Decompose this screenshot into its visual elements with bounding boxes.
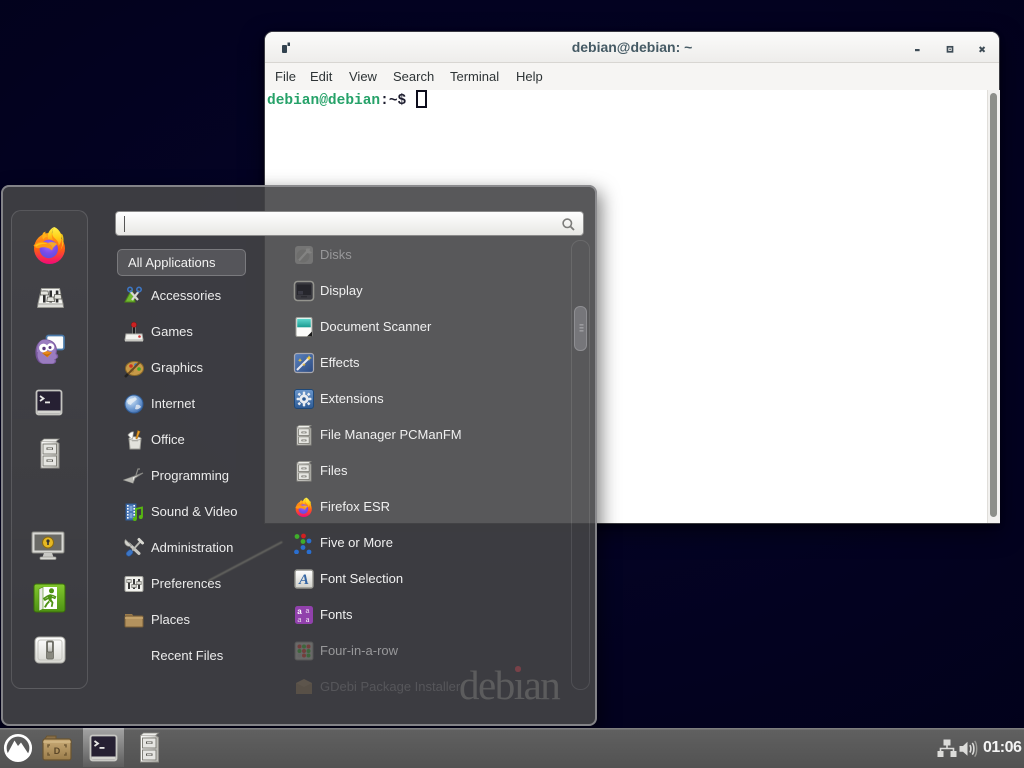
svg-text:D: D	[54, 746, 61, 756]
svg-text:a: a	[306, 615, 310, 624]
svg-text:a: a	[298, 617, 302, 624]
svg-text:a: a	[297, 607, 302, 616]
svg-text:A: A	[298, 572, 309, 588]
svg-text:a: a	[306, 608, 310, 615]
